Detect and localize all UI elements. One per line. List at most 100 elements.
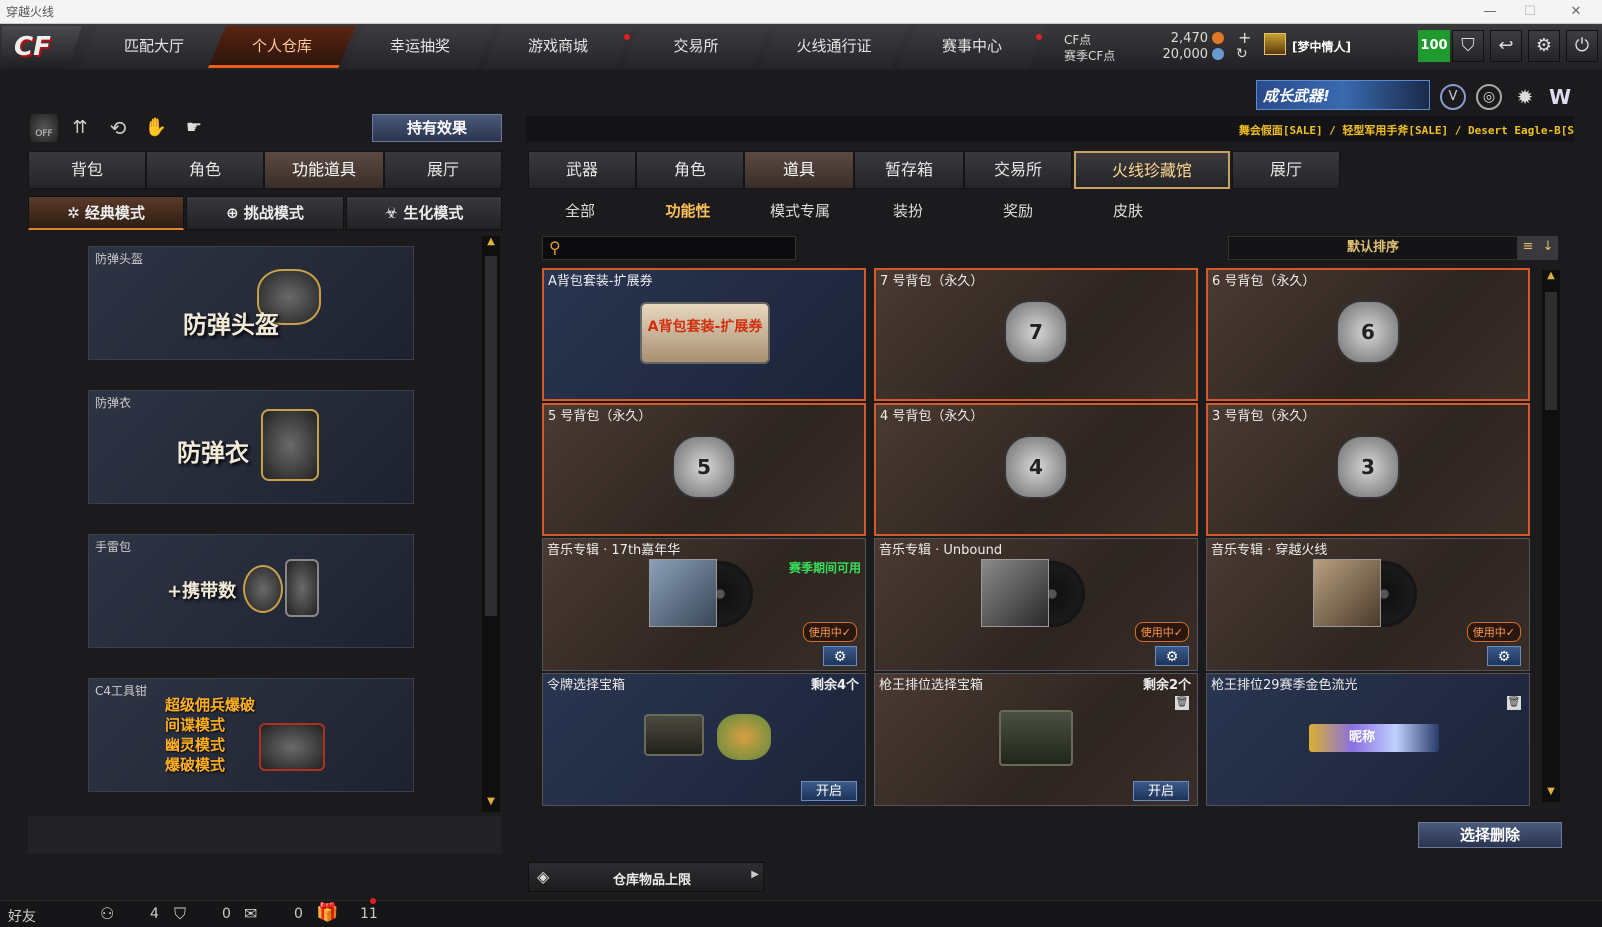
trash-icon[interactable]: 🗑 [1175,696,1189,710]
select-delete-button[interactable]: 选择删除 [1418,822,1562,848]
maximize-button[interactable]: ☐ [1510,0,1550,24]
search-input[interactable] [571,239,791,257]
refresh-icon[interactable]: ↻ [1236,46,1248,62]
w-logo-icon[interactable]: W [1546,84,1574,110]
open-chest-button[interactable]: 开启 [801,781,857,801]
sort-dropdown[interactable]: 默认排序 [1228,236,1518,260]
nav-battle-pass[interactable]: 火线通行证 [760,26,908,68]
friends-icon[interactable]: ⚇ [100,904,114,923]
item-backpack-4[interactable]: 4 号背包（永久） 4 [874,403,1198,536]
card-bulletproof-vest[interactable]: 防弹衣 防弹衣 [88,390,414,504]
trash-icon[interactable]: 🗑 [1507,696,1521,710]
return-icon[interactable]: ↩ [1490,30,1522,62]
tab-showroom[interactable]: 展厅 [384,151,502,189]
search-box[interactable]: ⚲ [542,236,796,260]
off-toggle-icon[interactable]: OFF [30,114,58,142]
scroll-up-icon[interactable]: ▲ [482,236,500,252]
open-chest-button[interactable]: 开启 [1133,781,1189,801]
item-ranked-chest[interactable]: 枪王排位选择宝箱 剩余2个 🗑 开启 [874,673,1198,806]
item-token-chest[interactable]: 令牌选择宝箱 剩余4个 开启 [542,673,866,806]
tab-temp-box[interactable]: 暂存箱 [854,151,964,189]
scroll-down-icon[interactable]: ▼ [1542,786,1560,802]
player-name[interactable]: [梦中情人] [1292,38,1351,55]
badge-v-icon[interactable]: V [1440,84,1466,110]
tab-showroom-right[interactable]: 展厅 [1232,151,1340,189]
nav-exchange[interactable]: 交易所 [622,26,770,68]
tab-collection-hall[interactable]: 火线珍藏馆 [1074,151,1230,189]
card-bulletproof-helmet[interactable]: 防弹头盔 防弹头盔 [88,246,414,360]
shield-icon[interactable]: ⛉ [1452,30,1484,62]
chat-icon[interactable]: ✉ [244,904,257,923]
item-music-unbound[interactable]: 音乐专辑 · Unbound 使用中✓ ⚙ [874,538,1198,671]
tab-characters[interactable]: 角色 [636,151,744,189]
settings-gear-icon[interactable]: ⚙ [1155,646,1189,666]
power-icon[interactable]: ⏻ [1566,30,1598,62]
subtab-mode-exclusive[interactable]: 模式专属 [760,198,840,224]
settings-gear-icon[interactable]: ⚙ [1487,646,1521,666]
globe-icon[interactable]: ◎ [1476,84,1502,110]
gift-icon[interactable]: 🎁 [316,902,338,923]
item-backpack-expansion[interactable]: A背包套装-扩展券 A背包套装-扩展券 [542,268,866,401]
nav-event-center[interactable]: 赛事中心 [898,26,1046,68]
history-icon[interactable]: ⟲ [104,114,132,142]
growth-weapon-banner[interactable]: 成长武器! [1256,80,1430,110]
list-view-icon[interactable]: ≡ [1518,236,1538,260]
scroll-up-icon[interactable]: ▲ [1542,270,1560,286]
gear-badge-icon[interactable]: ✹ [1512,84,1538,110]
subtab-rewards[interactable]: 奖励 [990,198,1046,224]
stats-icon[interactable]: ⇈ [66,114,94,142]
tab-weapons[interactable]: 武器 [528,151,636,189]
minimize-button[interactable]: — [1470,0,1510,24]
item-name: 音乐专辑 · 17th嘉年华 [547,543,681,558]
mode-challenge[interactable]: ⊕ 挑战模式 [186,196,344,230]
hand-icon[interactable]: ✋ [142,114,170,142]
subtab-skins[interactable]: 皮肤 [1100,198,1156,224]
scroll-down-icon[interactable]: ▼ [482,796,500,812]
storage-limit-button[interactable]: ◈ 仓库物品上限 ▶ [528,862,764,892]
gear-icon[interactable]: ⚙ [1528,30,1560,62]
item-name: 枪王排位选择宝箱 [879,678,984,693]
item-music-crossfire[interactable]: 音乐专辑 · 穿越火线 使用中✓ ⚙ [1206,538,1530,671]
scroll-thumb[interactable] [485,256,497,616]
nav-match-lobby[interactable]: 匹配大厅 [80,26,228,68]
sale-ticker[interactable]: 舞会假面[SALE] / 轻型军用手斧[SALE] / Desert Eagle… [1060,122,1574,138]
tab-items[interactable]: 道具 [744,151,854,189]
friends-label[interactable]: 好友 [8,906,36,926]
nav-personal-storage[interactable]: 个人仓库 [208,26,356,68]
card-c4-pliers[interactable]: C4工具钳 超级佣兵爆破 间谍模式 幽灵模式 爆破模式 [88,678,414,792]
in-use-badge[interactable]: 使用中✓ [1466,622,1521,642]
scroll-thumb[interactable] [1545,292,1557,410]
backpack-icon: 3 [1336,435,1400,499]
item-name: 6 号背包（永久） [1212,274,1316,289]
tab-functional-items[interactable]: 功能道具 [264,151,384,189]
mode-zombie[interactable]: ☣ 生化模式 [346,196,502,230]
item-backpack-7[interactable]: 7 号背包（永久） 7 [874,268,1198,401]
add-points-icon[interactable]: + [1238,28,1251,47]
item-music-17th-carnival[interactable]: 音乐专辑 · 17th嘉年华 赛季期间可用 使用中✓ ⚙ [542,538,866,671]
clan-shield-icon[interactable]: ⛉ [174,904,186,924]
held-effect-button[interactable]: 持有效果 [372,114,502,142]
subtab-dressup[interactable]: 装扮 [880,198,936,224]
mode-classic[interactable]: ✲ 经典模式 [28,196,184,230]
sort-down-icon[interactable]: ↓ [1538,236,1558,260]
tab-character[interactable]: 角色 [146,151,264,189]
card-grenade-pack[interactable]: 手雷包 +携带数 [88,534,414,648]
subtab-all[interactable]: 全部 [552,198,608,224]
settings-gear-icon[interactable]: ⚙ [823,646,857,666]
item-backpack-5[interactable]: 5 号背包（永久） 5 [542,403,866,536]
glove-icon[interactable]: ☛ [180,114,208,142]
tab-backpack[interactable]: 背包 [28,151,146,189]
item-ranked-s29-gold-name[interactable]: 枪王排位29赛季金色流光 🗑 昵称 [1206,673,1530,806]
close-button[interactable]: ✕ [1556,0,1596,24]
left-scrollbar[interactable]: ▲ ▼ [482,236,500,812]
tab-exchange[interactable]: 交易所 [964,151,1072,189]
in-use-badge[interactable]: 使用中✓ [802,622,857,642]
in-use-badge[interactable]: 使用中✓ [1134,622,1189,642]
subtab-functional[interactable]: 功能性 [660,198,716,224]
item-backpack-6[interactable]: 6 号背包（永久） 6 [1206,268,1530,401]
nav-game-mall[interactable]: 游戏商城 [484,26,632,68]
c4-mode-list: 超级佣兵爆破 间谍模式 幽灵模式 爆破模式 [165,696,256,774]
right-scrollbar[interactable]: ▲ ▼ [1542,270,1560,802]
item-backpack-3[interactable]: 3 号背包（永久） 3 [1206,403,1530,536]
nav-lucky-draw[interactable]: 幸运抽奖 [346,26,494,68]
